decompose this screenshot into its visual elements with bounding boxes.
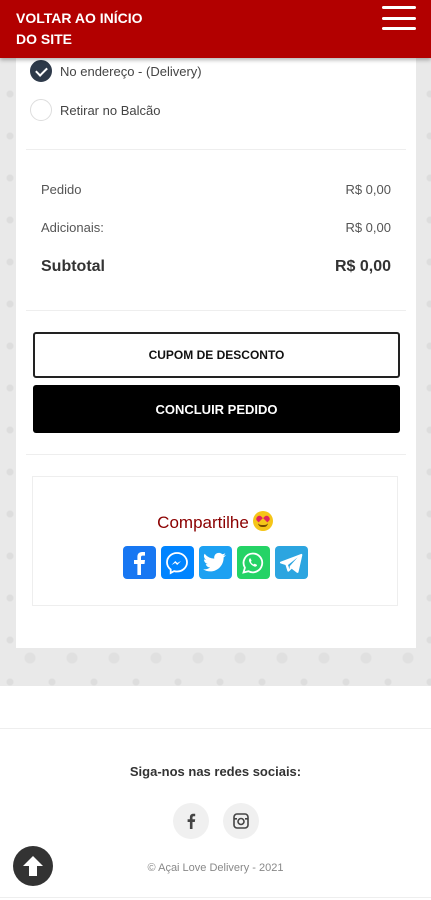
- share-title: Compartilhe: [33, 511, 397, 533]
- footer-divider: [0, 728, 431, 729]
- messenger-icon[interactable]: [160, 546, 194, 579]
- share-box: Compartilhe: [32, 476, 398, 606]
- divider: [26, 149, 406, 150]
- telegram-icon[interactable]: [274, 546, 308, 579]
- copyright-text: © Açai Love Delivery - 2021: [147, 862, 284, 874]
- instagram-icon[interactable]: [223, 803, 259, 839]
- scroll-to-top-button[interactable]: [13, 846, 53, 886]
- facebook-icon[interactable]: [173, 803, 209, 839]
- summary-row-adicionais: Adicionais: R$ 0,00: [41, 220, 391, 235]
- heart-eyes-emoji-icon: [252, 511, 273, 531]
- footer-bottom-divider: [0, 897, 431, 898]
- coupon-button[interactable]: CUPOM DE DESCONTO: [33, 332, 400, 378]
- twitter-icon[interactable]: [198, 546, 232, 579]
- arrow-up-icon: [23, 856, 43, 876]
- whatsapp-icon[interactable]: [236, 546, 270, 579]
- delivery-option-label: Retirar no Balcão: [60, 102, 161, 118]
- subtotal-value: R$ 0,00: [334, 258, 391, 275]
- summary-row-subtotal: Subtotal R$ 0,00: [41, 258, 391, 276]
- delivery-option-pickup[interactable]: Retirar no Balcão: [30, 98, 160, 122]
- hamburger-menu-icon[interactable]: [382, 6, 416, 30]
- checkout-card: No endereço - (Delivery) Retirar no Balc…: [16, 40, 416, 648]
- pedido-label: Pedido: [41, 182, 82, 197]
- back-to-site-link[interactable]: VOLTAR AO INÍCIO DO SITE: [16, 8, 156, 50]
- delivery-option-address[interactable]: No endereço - (Delivery): [30, 59, 202, 83]
- facebook-icon[interactable]: [122, 546, 156, 579]
- finish-order-button[interactable]: CONCLUIR PEDIDO: [33, 385, 400, 433]
- summary-row-pedido: Pedido R$ 0,00: [41, 182, 391, 197]
- follow-us-label: Siga-nos nas redes sociais:: [129, 764, 302, 779]
- radio-unchecked-icon[interactable]: [30, 99, 52, 121]
- delivery-option-label: No endereço - (Delivery): [60, 63, 202, 79]
- adicionais-label: Adicionais:: [41, 220, 104, 235]
- pedido-value: R$ 0,00: [345, 182, 391, 197]
- share-title-text: Compartilhe: [157, 513, 249, 532]
- top-header: VOLTAR AO INÍCIO DO SITE: [0, 0, 431, 58]
- radio-checked-icon[interactable]: [30, 60, 52, 82]
- divider: [26, 310, 406, 311]
- subtotal-label: Subtotal: [41, 258, 105, 275]
- share-icons: [33, 546, 397, 579]
- divider: [26, 454, 406, 455]
- adicionais-value: R$ 0,00: [345, 220, 391, 235]
